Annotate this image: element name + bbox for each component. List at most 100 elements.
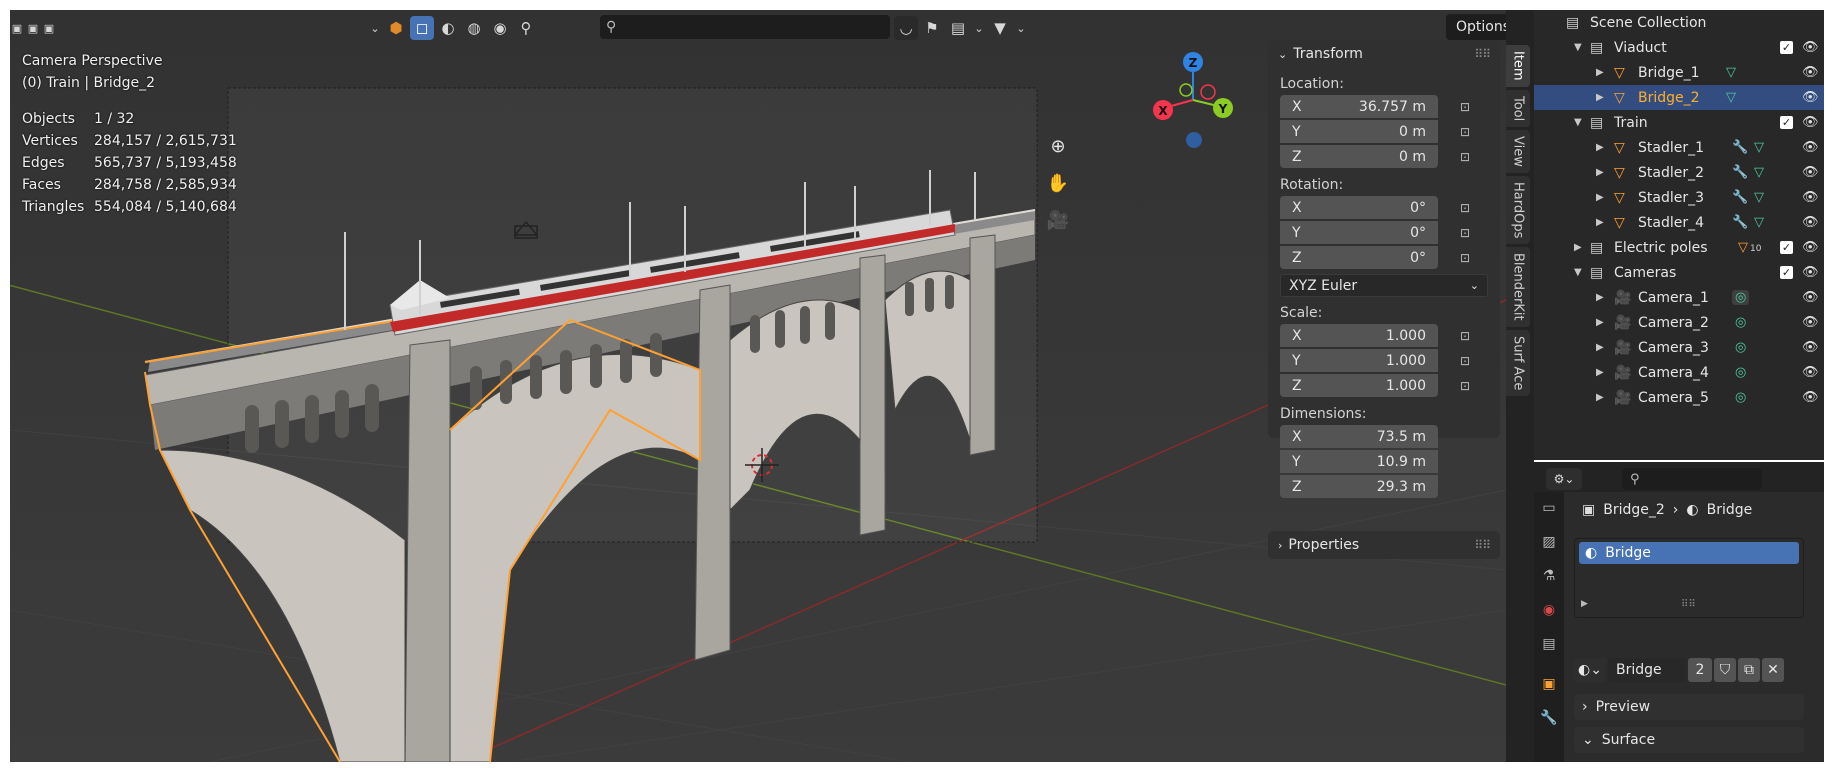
close-icon[interactable]: ✕ <box>1762 658 1784 682</box>
transform-header[interactable]: ⌄ Transform ⠿⠿ <box>1268 40 1500 68</box>
lock-icon[interactable]: ⊡ <box>1460 100 1478 114</box>
wrench-icon[interactable]: 🔧 <box>1732 190 1748 205</box>
drag-grip-icon[interactable]: ⠿⠿ <box>1474 47 1491 61</box>
checkbox-icon[interactable]: ✓ <box>1780 41 1793 54</box>
select-box-icon[interactable]: ▣ <box>10 16 24 40</box>
collection-tab-icon[interactable]: ▤ <box>1537 632 1561 656</box>
outliner-row[interactable]: ▶ 🎥 Camera_4 ◎ 👁 <box>1534 360 1824 385</box>
rotation-x-field[interactable]: X 0° <box>1280 196 1438 219</box>
expand-arrow-icon[interactable]: ▼ <box>1574 267 1582 278</box>
layout-icon[interactable]: ▤ <box>946 16 970 40</box>
expand-arrow-icon[interactable]: ▶ <box>1596 217 1604 228</box>
rendered-shading-icon[interactable]: ◉ <box>488 16 512 40</box>
world-tab-icon[interactable]: ◉ <box>1537 598 1561 622</box>
location-z-field[interactable]: Z0 m <box>1280 145 1438 168</box>
outliner-row[interactable]: ▶ ▽ Stadler_4 🔧 ▽ 👁 <box>1534 210 1824 235</box>
camera-data-icon[interactable]: ◎ <box>1732 290 1750 305</box>
outliner-row[interactable]: ▶ ▽ Stadler_3 🔧 ▽ 👁 <box>1534 185 1824 210</box>
tab-hardops[interactable]: HardOps <box>1506 175 1530 245</box>
render-tab-icon[interactable]: ▭ <box>1537 496 1561 520</box>
mesh-object-icon[interactable]: ▽ <box>1738 240 1748 255</box>
scale-z-field[interactable]: Z 1.000 <box>1280 374 1438 397</box>
camera-view-icon[interactable]: 🎥 <box>1041 203 1075 237</box>
expand-arrow-icon[interactable]: ▶ <box>1574 242 1582 253</box>
outliner-row[interactable]: ▶ 🎥 Camera_3 ◎ 👁 <box>1534 335 1824 360</box>
options-button[interactable]: Options ⌄ <box>1446 14 1506 40</box>
scale-x-field[interactable]: X 1.000 <box>1280 324 1438 347</box>
mesh-data-icon[interactable]: ▽ <box>1754 140 1764 155</box>
tab-blenderkit[interactable]: BlenderKit <box>1506 247 1530 327</box>
mesh-data-icon[interactable]: ▽ <box>1754 165 1764 180</box>
editor-type-button[interactable]: ⚙⌄ <box>1546 468 1582 490</box>
zoom-icon[interactable]: ⊕ <box>1041 129 1075 163</box>
eye-icon[interactable]: 👁 <box>1802 365 1819 380</box>
select-extend-icon[interactable]: ▣ <box>26 16 40 40</box>
scene-collection-row[interactable]: ▤ Scene Collection <box>1534 10 1824 35</box>
solid-shading-icon[interactable]: ◐ <box>436 16 460 40</box>
outliner-row[interactable]: ▶ 🎥 Camera_2 ◎ 👁 <box>1534 310 1824 335</box>
viewport-search-input[interactable]: ⚲ <box>600 15 890 39</box>
lock-icon[interactable]: ⊡ <box>1460 354 1478 368</box>
lock-icon[interactable]: ⊡ <box>1460 125 1478 139</box>
overlays-icon[interactable]: ⚲ <box>514 16 538 40</box>
eye-icon[interactable]: 👁 <box>1802 65 1819 80</box>
pan-hand-icon[interactable]: ✋ <box>1041 166 1075 200</box>
location-y-field[interactable]: Y0 m <box>1280 120 1438 143</box>
eye-icon[interactable]: 👁 <box>1802 40 1819 55</box>
location-x-field[interactable]: X 36.757 m <box>1280 95 1438 118</box>
browse-material-button[interactable]: ◐⌄ <box>1574 658 1606 682</box>
eye-icon[interactable]: 👁 <box>1802 240 1819 255</box>
properties-search-input[interactable]: ⚲ <box>1622 468 1762 490</box>
tab-view[interactable]: View <box>1506 129 1530 173</box>
modifier-tab-icon[interactable]: 🔧 <box>1537 706 1561 730</box>
outliner-row-selected[interactable]: ▶ ▽ Bridge_2 ▽ 👁 <box>1534 85 1824 110</box>
chevron-down-icon[interactable]: ⌄ <box>972 16 986 40</box>
rotation-z-field[interactable]: Z 0° <box>1280 246 1438 269</box>
user-count[interactable]: 2 <box>1688 658 1712 682</box>
lock-icon[interactable]: ⊡ <box>1460 379 1478 393</box>
scene-tab-icon[interactable]: ⚗ <box>1537 564 1561 588</box>
wrench-icon[interactable]: 🔧 <box>1732 140 1748 155</box>
mesh-data-icon[interactable]: ▽ <box>1754 215 1764 230</box>
dimension-y-field[interactable]: Y 10.9 m <box>1280 450 1438 473</box>
camera-data-icon[interactable]: ◎ <box>1735 365 1746 380</box>
expand-arrow-icon[interactable]: ▶ <box>1581 599 1588 609</box>
expand-arrow-icon[interactable]: ▼ <box>1574 42 1582 53</box>
lock-icon[interactable]: ⊡ <box>1460 251 1478 265</box>
material-slot-list[interactable]: ◐ Bridge ▶ ⠿⠿ <box>1574 538 1804 618</box>
eye-icon[interactable]: 👁 <box>1802 390 1819 405</box>
preview-section[interactable]: › Preview <box>1574 694 1804 720</box>
camera-data-icon[interactable]: ◎ <box>1735 340 1746 355</box>
filter-icon[interactable]: ▼ <box>988 16 1012 40</box>
wrench-icon[interactable]: 🔧 <box>1732 165 1748 180</box>
eye-icon[interactable]: 👁 <box>1802 265 1819 280</box>
lock-icon[interactable]: ⊡ <box>1460 150 1478 164</box>
rotation-y-field[interactable]: Y 0° <box>1280 221 1438 244</box>
eye-icon[interactable]: 👁 <box>1802 115 1819 130</box>
expand-arrow-icon[interactable]: ▶ <box>1596 67 1604 78</box>
chevron-down-icon[interactable]: ⌄ <box>368 16 382 40</box>
output-tab-icon[interactable]: ▨ <box>1537 530 1561 554</box>
fake-user-icon[interactable]: ⛉ <box>1714 658 1736 682</box>
expand-arrow-icon[interactable]: ▼ <box>1574 117 1582 128</box>
outliner-row[interactable]: ▶ 🎥 Camera_5 ◎ 👁 <box>1534 385 1824 410</box>
camera-data-icon[interactable]: ◎ <box>1735 315 1746 330</box>
outliner-row[interactable]: ▶ ▽ Stadler_2 🔧 ▽ 👁 <box>1534 160 1824 185</box>
dimension-z-field[interactable]: Z 29.3 m <box>1280 475 1438 498</box>
scale-y-field[interactable]: Y 1.000 <box>1280 349 1438 372</box>
drag-grip-icon[interactable]: ⠿⠿ <box>1474 538 1491 552</box>
outliner-row[interactable]: ▶ 🎥 Camera_1 ◎ 👁 <box>1534 285 1824 310</box>
outliner-row[interactable]: ▶ ▤ Electric poles ▽ 10 ✓ 👁 <box>1534 235 1824 260</box>
eye-icon[interactable]: 👁 <box>1802 165 1819 180</box>
select-subtract-icon[interactable]: ▣ <box>42 16 56 40</box>
dimension-x-field[interactable]: X 73.5 m <box>1280 425 1438 448</box>
mesh-data-icon[interactable]: ▽ <box>1754 190 1764 205</box>
eye-icon[interactable]: 👁 <box>1802 215 1819 230</box>
lock-icon[interactable]: ⊡ <box>1460 226 1478 240</box>
tab-item[interactable]: Item <box>1506 45 1530 87</box>
outliner-row[interactable]: ▼ ▤ Viaduct ✓ 👁 <box>1534 35 1824 60</box>
tab-tool[interactable]: Tool <box>1506 89 1530 127</box>
expand-arrow-icon[interactable]: ▶ <box>1596 292 1604 303</box>
checkbox-icon[interactable]: ✓ <box>1780 266 1793 279</box>
eye-icon[interactable]: 👁 <box>1802 140 1819 155</box>
